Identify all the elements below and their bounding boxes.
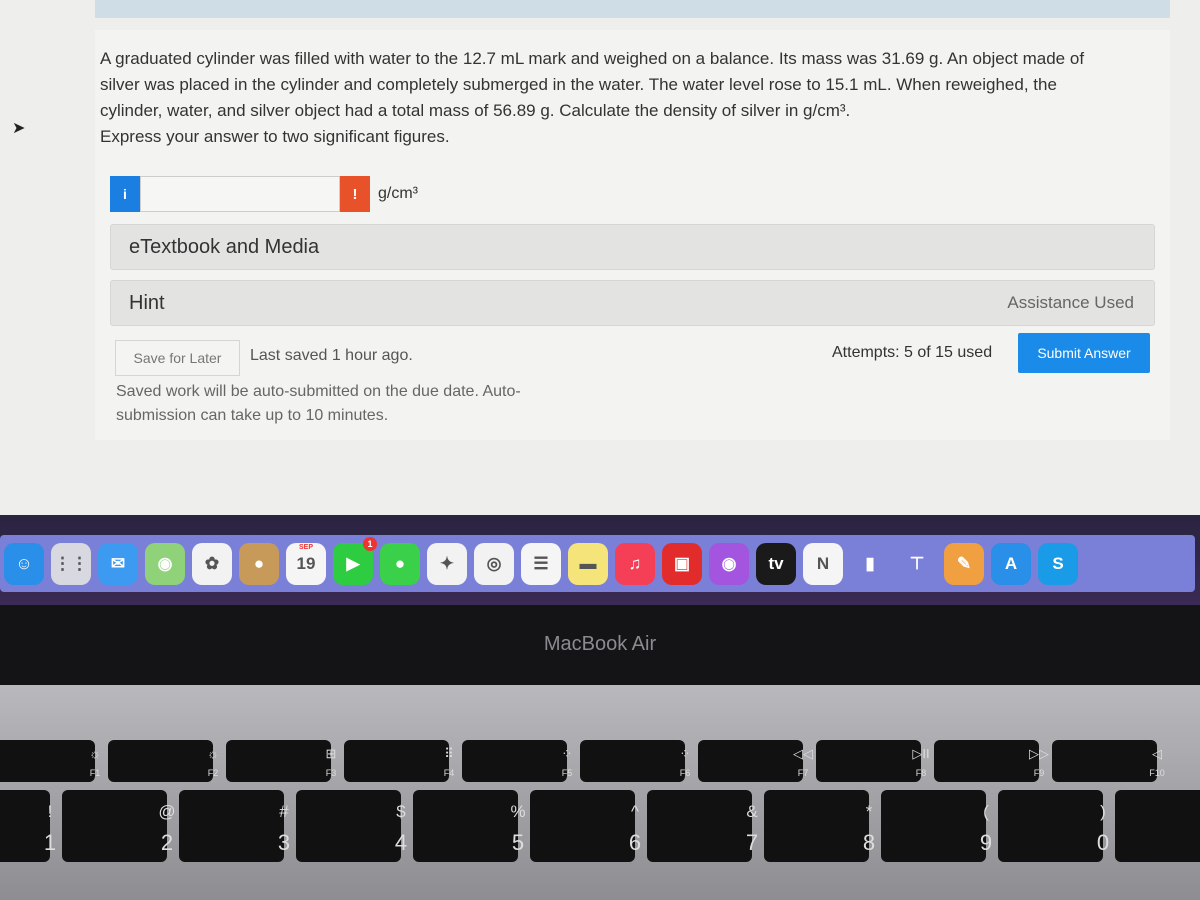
calendar-icon: 19 [296,553,316,573]
last-saved-text: Last saved 1 hour ago. [250,347,413,364]
key-9[interactable]: (9 [881,790,992,862]
key-f6[interactable]: ⁘ F6 [580,740,690,782]
news-icon: N [816,553,830,573]
browser-screen: ➤ A graduated cylinder was filled with w… [0,0,1200,515]
key-f4[interactable]: ⠿ F4 [344,740,454,782]
unit-label: g/cm³ [378,185,418,202]
notification-badge: 1 [363,536,377,551]
key-f3[interactable]: ⊞ F3 [226,740,336,782]
etextbook-panel[interactable]: eTextbook and Media [110,224,1155,270]
assistance-used-label: Assistance Used [1007,293,1134,312]
key-2[interactable]: @2 [62,790,176,862]
dock-app-reminders[interactable]: ☰ [521,542,561,585]
key-f10[interactable]: ◁ F10 [1052,740,1165,782]
dock-app-contacts[interactable]: ● [239,542,279,585]
dock-app-photo-booth[interactable]: ▣ [662,542,702,585]
music-icon: ♫ [628,553,642,573]
mouse-cursor-icon: ➤ [12,120,26,137]
etextbook-label: eTextbook and Media [129,235,320,258]
key-symbol: ◁ [1152,746,1162,761]
laptop-brand: MacBook Air [543,633,657,655]
key-6[interactable]: ^ 6 [530,790,641,862]
submit-answer-button[interactable]: Submit Answer [1018,333,1150,373]
safari-icon: ✦ [439,553,455,573]
dock-app-apple-tv[interactable]: tv [756,542,796,585]
dock-app-pages[interactable]: ✎ [944,542,984,585]
dock-app-keynote[interactable]: ⊤ [897,542,937,585]
info-icon[interactable]: i [110,176,140,212]
key-f8[interactable]: ▷II F8 [816,740,930,782]
finder-icon: ☺ [15,553,33,573]
key-f9[interactable]: ▷▷ F9 [934,740,1049,782]
question-line: Express your answer to two significant f… [100,127,450,146]
key-label: F10 [1149,768,1165,778]
top-bar [95,0,1170,18]
hint-label: Hint [129,291,165,314]
chrome-icon: ◎ [486,553,502,573]
podcasts-icon: ◉ [721,553,737,573]
auto-submit-note: Saved work will be auto-submitted on the… [116,383,521,424]
answer-input[interactable] [140,176,340,212]
maps-icon: ◉ [157,553,173,573]
warning-icon[interactable]: ! [340,176,370,212]
key-f1[interactable]: ☼ F1 [0,740,101,782]
notes-icon: ▬ [579,553,597,573]
app-store-icon: A [1004,553,1018,573]
mail-icon: ✉ [110,553,126,573]
keynote-icon: ⊤ [909,553,925,573]
key-3[interactable]: #3 [179,790,290,862]
key-digit: - [1168,830,1200,856]
question-text: A graduated cylinder was filled with wat… [100,46,1160,150]
dock-app-calendar[interactable]: 19 SEP [286,542,326,585]
reminders-icon: ☰ [533,553,549,573]
key-7[interactable]: & 7 [647,790,758,862]
dock-app-music[interactable]: ♫ [615,542,655,585]
key-8[interactable]: * 8 [764,790,875,862]
dock: ☺ ⋮⋮ ✉ ◉ ✿ ● 19 SEP ▶ 1 ● ✦ ◎ ☰ ▬ ♫ ▣ ◉ tv N ▮ ⊤ ✎ A S [0,535,1195,592]
contacts-icon: ● [253,553,265,573]
calendar-month: SEP [298,543,313,551]
dock-app-messages[interactable]: ● [380,542,420,585]
dock-app-skype[interactable]: S [1038,542,1078,585]
dock-app-numbers[interactable]: ▮ [850,542,890,585]
key-f7[interactable]: ◁◁ F7 [698,740,813,782]
dock-app-chrome[interactable]: ◎ [474,542,514,585]
attempts-count: Attempts: 5 of 15 used [832,344,993,361]
question-line: cylinder, water, and silver object had a… [100,101,851,120]
dock-app-news[interactable]: N [803,542,843,585]
key-f5[interactable]: ⁘ F5 [462,740,572,782]
photos-icon: ✿ [204,553,220,573]
dock-app-photos[interactable]: ✿ [192,542,232,585]
numbers-icon: ▮ [865,553,875,573]
dock-app-notes[interactable]: ▬ [568,542,608,585]
key-4[interactable]: $4 [296,790,407,862]
key-0[interactable]: ) 0 [998,790,1109,862]
answer-row: i ! g/cm³ [110,176,418,212]
dock-app-facetime[interactable]: ▶ 1 [333,536,377,585]
dock-app-finder[interactable]: ☺ [4,542,44,585]
question-line: silver was placed in the cylinder and co… [100,75,1057,94]
save-for-later-button[interactable]: Save for Later [115,340,240,376]
skype-icon: S [1052,553,1064,573]
key-1[interactable]: ! 1 [0,790,56,862]
dock-app-app-store[interactable]: A [991,542,1031,585]
question-line: A graduated cylinder was filled with wat… [100,49,1085,68]
key--[interactable]: —- [1115,790,1200,862]
dock-app-maps[interactable]: ◉ [145,542,185,585]
messages-icon: ● [394,553,406,573]
facetime-icon: ▶ [346,553,360,573]
pages-icon: ✎ [956,553,972,573]
key-f2[interactable]: ☼ F2 [108,740,219,782]
key-shift-symbol: — [1168,802,1200,822]
launchpad-icon: ⋮⋮ [54,553,88,573]
key-5[interactable]: % 5 [413,790,526,862]
dock-app-mail[interactable]: ✉ [98,542,138,585]
apple-tv-icon: tv [768,553,784,573]
dock-app-launchpad[interactable]: ⋮⋮ [51,542,91,585]
photo-booth-icon: ▣ [673,553,691,573]
dock-app-safari[interactable]: ✦ [427,542,467,585]
hint-panel[interactable]: Hint Assistance Used [110,280,1155,326]
dock-app-podcasts[interactable]: ◉ [709,542,749,585]
